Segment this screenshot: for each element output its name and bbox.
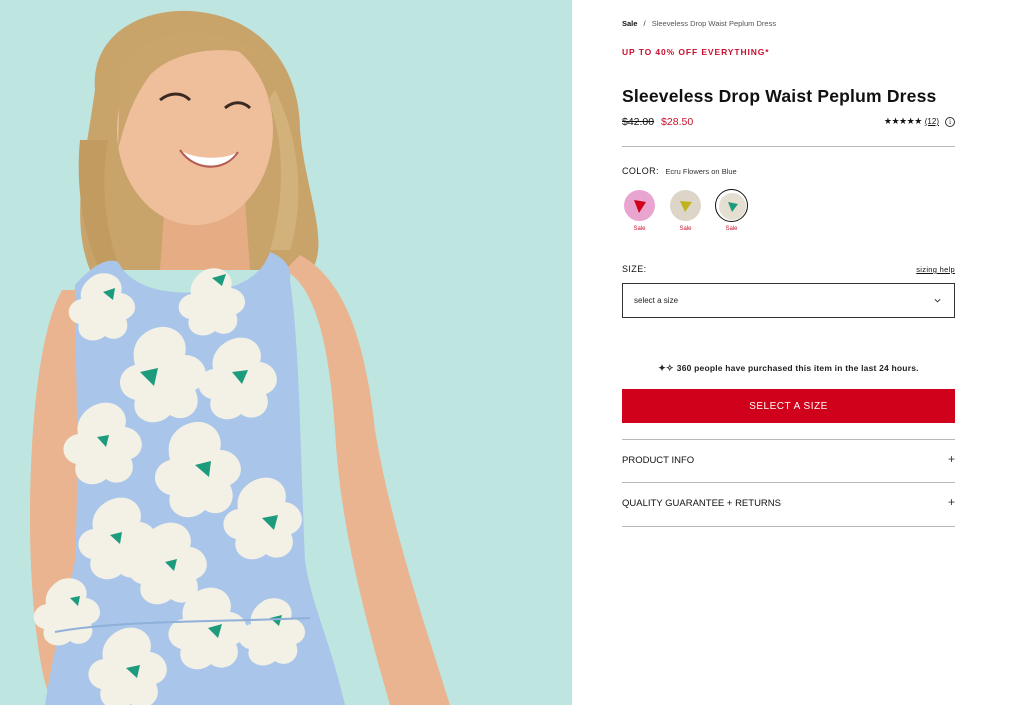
swatch-fill xyxy=(670,190,701,221)
sale-price: $28.50 xyxy=(661,116,694,128)
color-selector-label: COLOR: Ecru Flowers on Blue xyxy=(622,166,737,176)
select-size-button[interactable]: SELECT A SIZE xyxy=(622,389,955,423)
swatch-sale-label: Sale xyxy=(725,226,738,232)
rating-summary[interactable]: ★★★★★ (12) i xyxy=(884,116,955,127)
review-count-link[interactable]: (12) xyxy=(925,117,939,126)
promo-banner[interactable]: UP TO 40% OFF EVERYTHING* xyxy=(622,47,770,57)
flower-pattern-icon xyxy=(634,200,646,213)
accordion-label: QUALITY GUARANTEE + RETURNS xyxy=(622,498,781,509)
rating-stars-icon: ★★★★★ xyxy=(883,116,922,126)
swatch-fill xyxy=(719,193,746,220)
swatch-sale-label: Sale xyxy=(679,226,692,232)
divider xyxy=(622,526,955,527)
swatch-fill xyxy=(624,190,655,221)
product-page: Sale / Sleeveless Drop Waist Peplum Dres… xyxy=(0,0,1012,705)
product-title: Sleeveless Drop Waist Peplum Dress xyxy=(622,86,937,106)
chevron-down-icon xyxy=(934,298,941,303)
info-icon[interactable]: i xyxy=(945,116,955,127)
flower-pattern-icon xyxy=(728,202,738,212)
size-label: SIZE: xyxy=(622,264,647,274)
breadcrumb: Sale / Sleeveless Drop Waist Peplum Dres… xyxy=(622,19,776,28)
color-swatch-ecru-flowers-on-blue[interactable]: Sale xyxy=(714,189,749,232)
original-price: $42.00 xyxy=(622,116,655,128)
accordion-product-info[interactable]: PRODUCT INFO + xyxy=(622,439,955,482)
social-proof: ✦✧ 360 people have purchased this item in… xyxy=(622,363,955,374)
breadcrumb-current: Sleeveless Drop Waist Peplum Dress xyxy=(651,19,777,28)
product-photo xyxy=(0,0,572,705)
size-dropdown[interactable]: select a size xyxy=(622,283,955,318)
swatch-circle xyxy=(669,189,702,222)
breadcrumb-sale-link[interactable]: Sale xyxy=(622,19,637,28)
accordion-label: PRODUCT INFO xyxy=(622,455,695,466)
selected-color-name: Ecru Flowers on Blue xyxy=(665,167,737,176)
color-swatches: Sale Sale Sale xyxy=(622,189,749,232)
price-block: $42.00 $28.50 xyxy=(622,116,693,128)
swatch-sale-label: Sale xyxy=(633,226,646,232)
color-swatch-pink[interactable]: Sale xyxy=(622,189,657,232)
product-image[interactable] xyxy=(0,0,572,705)
color-label: COLOR: xyxy=(622,166,659,176)
social-proof-text: 360 people have purchased this item in t… xyxy=(676,363,919,373)
plus-icon: + xyxy=(947,452,955,466)
sizing-help-link[interactable]: sizing help xyxy=(916,265,955,274)
size-dropdown-placeholder: select a size xyxy=(634,296,679,305)
sparkle-icon: ✦✧ xyxy=(658,363,674,373)
flower-pattern-icon xyxy=(680,201,692,212)
plus-icon: + xyxy=(947,495,955,509)
color-swatch-beige[interactable]: Sale xyxy=(668,189,703,232)
swatch-circle xyxy=(623,189,656,222)
breadcrumb-separator: / xyxy=(643,19,646,28)
accordion-quality-guarantee-returns[interactable]: QUALITY GUARANTEE + RETURNS + xyxy=(622,482,955,525)
swatch-circle xyxy=(715,189,748,222)
divider xyxy=(622,146,955,147)
